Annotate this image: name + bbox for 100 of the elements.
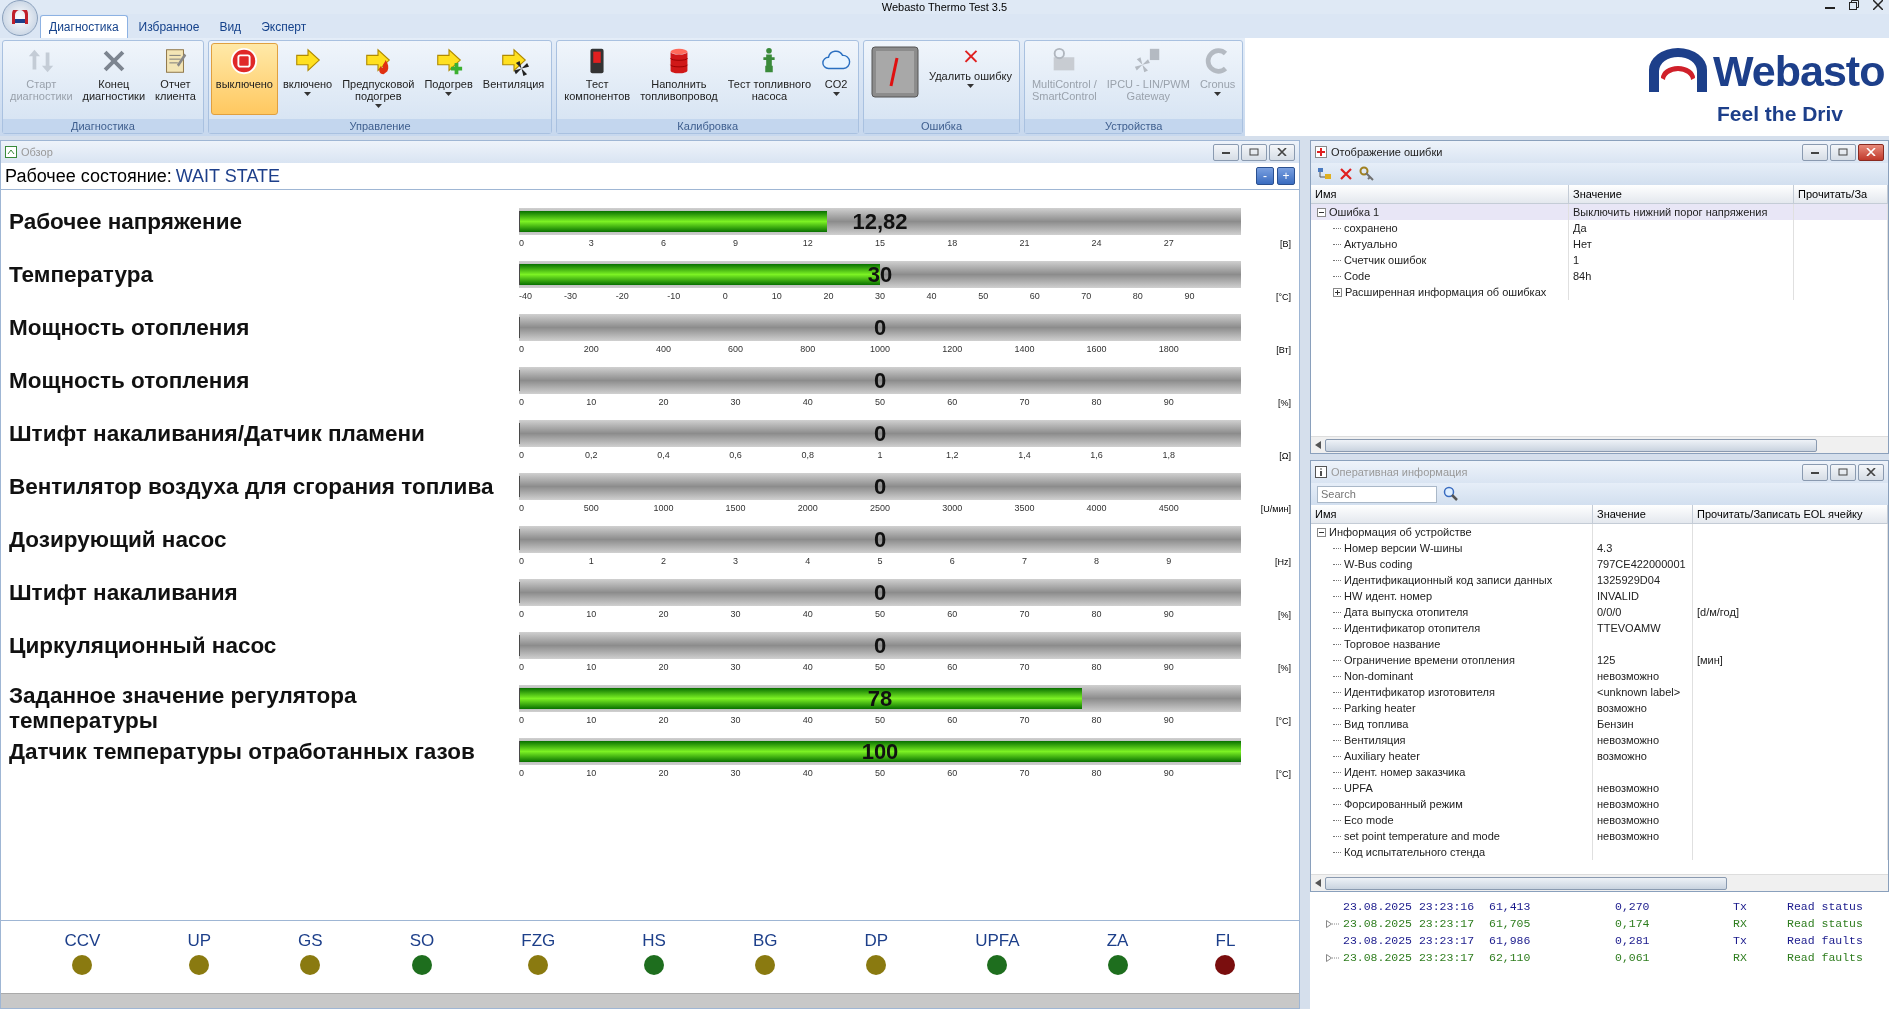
gauge-value: 0 (872, 420, 888, 447)
tree-row[interactable]: Parking heater возможно (1311, 700, 1888, 716)
column-header[interactable]: Прочитать/За (1794, 185, 1888, 203)
tree-row[interactable]: set point temperature and mode невозможно (1311, 828, 1888, 844)
ribbon-button[interactable]: выключено (210, 43, 278, 115)
ribbon-tab[interactable]: Эксперт (252, 15, 316, 38)
tree-row[interactable]: Ограничение времени отопления 125 [мин] (1311, 652, 1888, 668)
row-name: Parking heater (1344, 702, 1416, 714)
tree-row[interactable]: Code 84h (1311, 268, 1888, 284)
tree-row[interactable]: Информация об устройстве (1311, 524, 1888, 540)
tree-row[interactable]: Счетчик ошибок 1 (1311, 252, 1888, 268)
tree-row[interactable]: W-Bus coding 797CE422000001 (1311, 556, 1888, 572)
minimize-button[interactable] (1802, 463, 1828, 481)
keys-icon[interactable] (1359, 166, 1375, 182)
close-button[interactable] (1269, 143, 1295, 161)
close-icon (1866, 468, 1876, 476)
tree-row[interactable]: Идент. номер заказчика (1311, 764, 1888, 780)
tree-icon[interactable] (1317, 166, 1333, 182)
indicator-label: CCV (64, 931, 101, 951)
column-header[interactable]: Прочитать/Записать EOL ячейку (1693, 505, 1888, 523)
tick-label: 60 (1029, 291, 1040, 301)
gauge-value: 78 (866, 685, 894, 712)
search-field[interactable]: Search (1317, 485, 1437, 503)
tree-row[interactable]: Идентификатор отопителя TTEVOAMW (1311, 620, 1888, 636)
restore-icon[interactable] (1849, 0, 1859, 10)
ribbon-button[interactable]: Тест топливного насоса (722, 43, 817, 117)
ribbon-button[interactable]: CO2 (816, 43, 857, 115)
delete-icon[interactable] (1339, 167, 1353, 181)
collapse-icon[interactable] (1317, 527, 1326, 537)
tree-row[interactable]: сохранено Да (1311, 220, 1888, 236)
tree-row[interactable]: Вентиляция невозможно (1311, 732, 1888, 748)
row-value: 1325929D04 (1597, 574, 1660, 586)
tree-row[interactable]: Ошибка 1 Выключить нижний порог напряжения (1311, 204, 1888, 220)
ribbon-button[interactable]: Наполнить топливопровод (635, 43, 723, 117)
tick-label: 800 (800, 344, 816, 354)
tree-row[interactable]: Форсированный режим невозможно (1311, 796, 1888, 812)
expand-icon[interactable] (1333, 287, 1342, 297)
tree-row[interactable]: Auxiliary heater возможно (1311, 748, 1888, 764)
tick-label: 5 (877, 556, 883, 566)
search-icon[interactable] (1443, 486, 1459, 502)
scroll-left-icon[interactable] (1315, 441, 1321, 449)
row-name: сохранено (1344, 222, 1398, 234)
tree-row[interactable]: Non-dominant невозможно (1311, 668, 1888, 684)
close-icon (1866, 148, 1876, 156)
error-display-icon (871, 46, 920, 98)
tree-row[interactable]: Расширенная информация об ошибках (1311, 284, 1888, 300)
tick-label: 15 (875, 238, 885, 248)
ribbon-button[interactable]: включено (277, 43, 338, 115)
indicator-label: UP (187, 931, 212, 951)
tree-row[interactable]: UPFA невозможно (1311, 780, 1888, 796)
ribbon-button[interactable]: Удалить ошибку (924, 43, 1017, 115)
column-header[interactable]: Значение (1569, 185, 1794, 203)
tree-row[interactable]: Код испытательного стенда (1311, 844, 1888, 860)
ribbon-button[interactable]: Предпусковой подогрев (337, 43, 420, 115)
ribbon-tab[interactable]: Избранное (129, 15, 209, 38)
ribbon-button[interactable]: Тест компонентов (559, 43, 636, 117)
tree-row[interactable]: Дата выпуска отопителя 0/0/0 [d/м/год] (1311, 604, 1888, 620)
gauge-value: 0 (872, 632, 888, 659)
close-button[interactable] (1858, 463, 1884, 481)
column-header[interactable]: Имя (1311, 505, 1593, 523)
scrollbar[interactable] (1, 993, 1299, 1008)
gauge-label: Дозирующий насос (9, 526, 228, 554)
collapse-icon[interactable] (1317, 207, 1326, 217)
column-header[interactable]: Значение (1593, 505, 1693, 523)
tick-label: 3500 (1014, 503, 1035, 513)
tick-label: 70 (1019, 768, 1030, 778)
tree-row[interactable]: Идентификационный код записи данных 1325929D04 (1311, 572, 1888, 588)
tree-row[interactable]: Номер версии W-шины 4.3 (1311, 540, 1888, 556)
tree-row[interactable]: Актуально Нет (1311, 236, 1888, 252)
unit-label: [%] (1277, 610, 1292, 620)
unit-label: [U/мин] (1259, 504, 1292, 514)
tick-label: 0 (519, 768, 524, 778)
row-name: Вентиляция (1344, 734, 1406, 746)
tick-label: 8 (1094, 556, 1100, 566)
column-header[interactable]: Имя (1311, 185, 1569, 203)
scroll-left-icon[interactable] (1315, 879, 1321, 887)
ribbon-tab[interactable]: Вид (210, 15, 251, 38)
minimize-button[interactable] (1802, 143, 1828, 161)
ribbon-button[interactable]: Вентиляция (477, 43, 550, 115)
ribbon-tab[interactable]: Диагностика (40, 15, 128, 38)
state-value: WAIT STATE (175, 165, 281, 187)
zoom-button[interactable]: + (1277, 167, 1295, 185)
tick-label: 20 (658, 768, 669, 778)
tree-row[interactable]: Eco mode невозможно (1311, 812, 1888, 828)
gauge-value: 0 (872, 367, 888, 394)
ribbon-button[interactable]: Подогрев (419, 43, 478, 115)
close-button[interactable] (1858, 143, 1884, 161)
tick-label: 21 (1019, 238, 1030, 248)
tree-row[interactable]: Идентификатор изготовителя <unknown label> (1311, 684, 1888, 700)
ribbon-button[interactable]: Отчет клиента (150, 43, 201, 117)
close-icon[interactable] (1873, 0, 1883, 10)
logo-text: Webasto (1713, 46, 1885, 96)
ribbon-button[interactable]: Конец диагностики (77, 43, 151, 117)
tree-row[interactable]: HW идент. номер INVALID (1311, 588, 1888, 604)
zoom-button[interactable]: - (1256, 167, 1274, 185)
minimize-button[interactable] (1213, 143, 1239, 161)
tree-row[interactable]: Торговое название (1311, 636, 1888, 652)
indicator-label: HS (642, 931, 666, 951)
row-unit: [d/м/год] (1697, 606, 1739, 618)
tree-row[interactable]: Вид топлива Бензин (1311, 716, 1888, 732)
